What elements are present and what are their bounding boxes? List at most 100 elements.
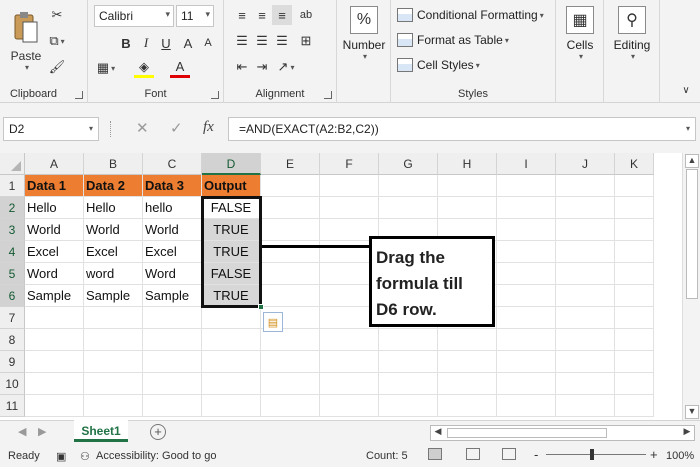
enter-icon[interactable]: ✓ (170, 119, 183, 137)
cell-b7[interactable] (84, 307, 143, 329)
row-header-5[interactable]: 5 (0, 263, 25, 285)
cell-d1[interactable]: Output (202, 175, 261, 197)
zoom-level[interactable]: 100% (666, 450, 694, 462)
copy-icon[interactable]: ⧉ ▾ (47, 31, 67, 51)
cell-h9[interactable] (438, 351, 497, 373)
cell-k4[interactable] (615, 241, 654, 263)
cell-d6[interactable]: TRUE (202, 285, 261, 307)
cell-d4[interactable]: TRUE (202, 241, 261, 263)
cell-h10[interactable] (438, 373, 497, 395)
prev-sheet-icon[interactable]: ◀ (18, 425, 26, 438)
cell-d9[interactable] (202, 351, 261, 373)
cell-i4[interactable] (497, 241, 556, 263)
cell-h11[interactable] (438, 395, 497, 417)
row-header-4[interactable]: 4 (0, 241, 25, 263)
align-right-icon[interactable]: ☰ (272, 31, 292, 51)
cell-d3[interactable]: TRUE (202, 219, 261, 241)
cell-i8[interactable] (497, 329, 556, 351)
collapse-ribbon-icon[interactable]: ∨ (676, 80, 696, 100)
macro-record-icon[interactable]: ▣ (56, 450, 66, 463)
vertical-scrollbar[interactable]: ▲ ▼ (682, 153, 700, 420)
cell-d10[interactable] (202, 373, 261, 395)
cell-i9[interactable] (497, 351, 556, 373)
cell-a7[interactable] (25, 307, 84, 329)
cell-a11[interactable] (25, 395, 84, 417)
paste-dropdown-icon[interactable]: ▾ (25, 63, 29, 72)
cell-j4[interactable] (556, 241, 615, 263)
column-header-j[interactable]: J (556, 153, 615, 175)
cell-a5[interactable]: Word (25, 263, 84, 285)
cell-b8[interactable] (84, 329, 143, 351)
underline-button[interactable]: U (156, 33, 176, 53)
cell-g10[interactable] (379, 373, 438, 395)
cell-e1[interactable] (261, 175, 320, 197)
scroll-left-icon[interactable]: ◀ (431, 426, 445, 440)
cell-f10[interactable] (320, 373, 379, 395)
name-box[interactable]: D2 ▾ (3, 117, 99, 141)
cell-j3[interactable] (556, 219, 615, 241)
cell-j9[interactable] (556, 351, 615, 373)
cancel-icon[interactable]: ✕ (136, 119, 149, 137)
cell-c4[interactable]: Excel (143, 241, 202, 263)
cell-h8[interactable] (438, 329, 497, 351)
cell-a2[interactable]: Hello (25, 197, 84, 219)
scroll-down-icon[interactable]: ▼ (685, 405, 699, 419)
cell-f2[interactable] (320, 197, 379, 219)
font-launcher-icon[interactable] (211, 91, 219, 99)
orientation-icon[interactable]: ↗ ▾ (276, 57, 296, 77)
cell-c9[interactable] (143, 351, 202, 373)
sheet-tab-sheet1[interactable]: Sheet1 (74, 420, 128, 442)
cell-c11[interactable] (143, 395, 202, 417)
cell-d5[interactable]: FALSE (202, 263, 261, 285)
cell-a1[interactable]: Data 1 (25, 175, 84, 197)
align-middle-icon[interactable]: ≡ (252, 5, 272, 25)
align-center-icon[interactable]: ☰ (252, 31, 272, 51)
cell-f1[interactable] (320, 175, 379, 197)
editing-button[interactable]: ⚲ Editing ▾ (608, 2, 656, 61)
cell-g8[interactable] (379, 329, 438, 351)
zoom-out-button[interactable]: - (534, 447, 538, 462)
cell-k5[interactable] (615, 263, 654, 285)
cell-j8[interactable] (556, 329, 615, 351)
cell-e5[interactable] (261, 263, 320, 285)
cell-c1[interactable]: Data 3 (143, 175, 202, 197)
cell-k9[interactable] (615, 351, 654, 373)
insert-function-button[interactable]: fx (203, 119, 214, 136)
cell-c8[interactable] (143, 329, 202, 351)
row-header-2[interactable]: 2 (0, 197, 25, 219)
row-header-6[interactable]: 6 (0, 285, 25, 307)
quick-analysis-icon[interactable]: ▤ (263, 312, 283, 332)
merge-center-icon[interactable]: ⊞ (296, 31, 316, 51)
cell-i6[interactable] (497, 285, 556, 307)
cell-h1[interactable] (438, 175, 497, 197)
cell-c3[interactable]: World (143, 219, 202, 241)
cell-e6[interactable] (261, 285, 320, 307)
cell-b10[interactable] (84, 373, 143, 395)
page-break-view-icon[interactable] (502, 448, 516, 460)
align-left-icon[interactable]: ☰ (232, 31, 252, 51)
cell-i5[interactable] (497, 263, 556, 285)
cell-j11[interactable] (556, 395, 615, 417)
font-size-select[interactable]: 11 ▾ (176, 5, 214, 27)
increase-indent-icon[interactable]: ⇥ (252, 57, 272, 77)
column-header-h[interactable]: H (438, 153, 497, 175)
cell-c10[interactable] (143, 373, 202, 395)
cell-b9[interactable] (84, 351, 143, 373)
row-header-11[interactable]: 11 (0, 395, 25, 417)
add-sheet-button[interactable]: + (150, 424, 166, 440)
cell-a3[interactable]: World (25, 219, 84, 241)
column-header-b[interactable]: B (84, 153, 143, 175)
cut-icon[interactable]: ✂ (47, 5, 67, 25)
cell-a8[interactable] (25, 329, 84, 351)
italic-button[interactable]: I (136, 33, 156, 53)
cell-g2[interactable] (379, 197, 438, 219)
cell-h2[interactable] (438, 197, 497, 219)
cell-i2[interactable] (497, 197, 556, 219)
accessibility-status[interactable]: Accessibility: Good to go (96, 450, 216, 462)
clipboard-launcher-icon[interactable] (75, 91, 83, 99)
cell-c7[interactable] (143, 307, 202, 329)
row-header-7[interactable]: 7 (0, 307, 25, 329)
bold-button[interactable]: B (116, 33, 136, 53)
row-header-1[interactable]: 1 (0, 175, 25, 197)
cell-b2[interactable]: Hello (84, 197, 143, 219)
